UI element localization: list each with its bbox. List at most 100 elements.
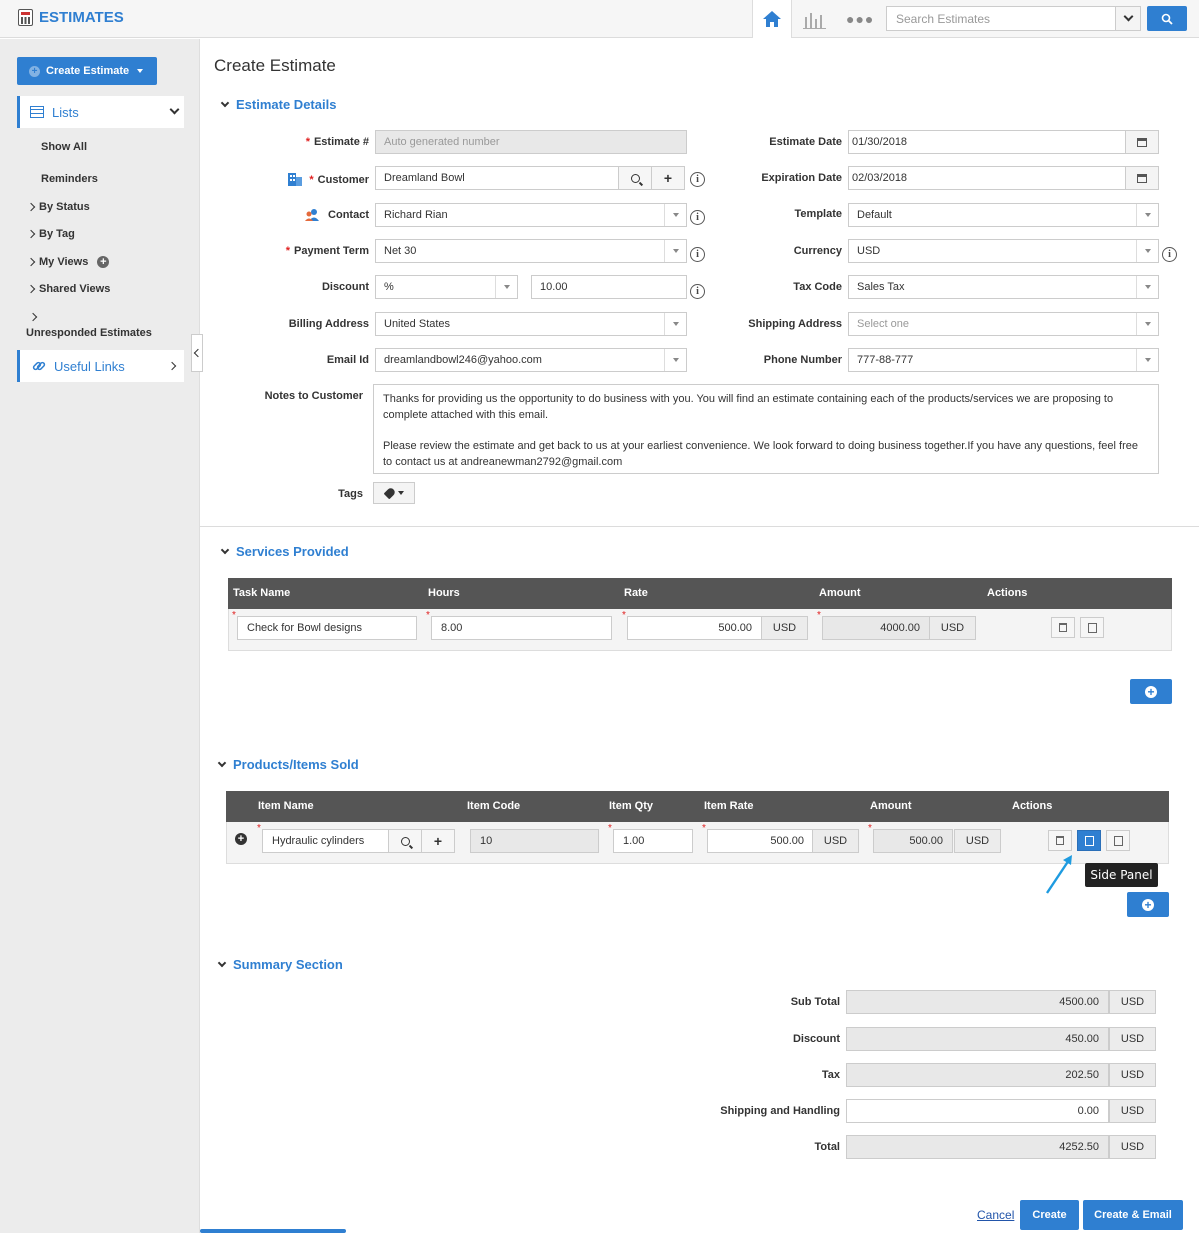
home-button[interactable]	[752, 0, 792, 38]
expiration-date-value: 02/03/2018	[852, 172, 908, 184]
add-view-icon[interactable]: +	[97, 256, 110, 268]
cancel-link[interactable]: Cancel	[977, 1208, 1014, 1222]
row-details-button[interactable]	[1106, 830, 1130, 851]
delete-row-button[interactable]	[1051, 617, 1075, 638]
email-select[interactable]: dreamlandbowl246@yahoo.com	[375, 348, 687, 372]
info-icon[interactable]: i	[690, 172, 705, 187]
payment-term-select[interactable]: Net 30	[375, 239, 687, 263]
add-product-row-button[interactable]: +	[1127, 892, 1169, 917]
create-and-email-button[interactable]: Create & Email	[1083, 1200, 1183, 1230]
contact-icon	[305, 209, 320, 221]
shipping-handling-field[interactable]: 0.00	[846, 1099, 1109, 1123]
add-service-row-button[interactable]: +	[1130, 679, 1172, 704]
tax-code-select[interactable]: Sales Tax	[848, 275, 1159, 299]
shipping-address-select[interactable]: Select one	[848, 312, 1159, 336]
hours-field[interactable]: 8.00	[431, 616, 612, 640]
info-icon[interactable]: i	[1162, 247, 1177, 262]
item-qty-field[interactable]: 1.00	[613, 829, 693, 853]
create-estimate-button[interactable]: + Create Estimate	[17, 57, 157, 85]
sidebar-useful-links[interactable]: Useful Links	[17, 350, 184, 382]
total-value: 4252.50	[846, 1135, 1109, 1159]
plus-icon: +	[29, 65, 40, 77]
estimate-number-field[interactable]: Auto generated number	[375, 130, 687, 154]
column-header: Amount	[870, 800, 912, 812]
sidebar-item-by-tag[interactable]: By Tag	[26, 228, 75, 240]
email-value: dreamlandbowl246@yahoo.com	[384, 354, 542, 366]
estimate-date-field[interactable]: 01/30/2018	[848, 130, 1159, 154]
item-rate-field[interactable]: 500.00	[707, 829, 814, 853]
notes-textarea[interactable]: Thanks for providing us the opportunity …	[373, 384, 1159, 474]
notes-label: Notes to Customer	[264, 390, 363, 402]
row-details-button[interactable]	[1080, 617, 1104, 638]
item-name-field[interactable]: Hydraulic cylinders	[262, 829, 390, 853]
discount-value-field[interactable]: 10.00	[531, 275, 687, 299]
shipping-handling-label: Shipping and Handling	[720, 1105, 840, 1117]
customer-search-button[interactable]	[618, 166, 652, 190]
info-icon[interactable]: i	[690, 210, 705, 225]
sidebar-lists[interactable]: Lists	[17, 96, 184, 128]
task-name-field[interactable]: Check for Bowl designs	[237, 616, 417, 640]
sidebar-item-unresponded[interactable]: Unresponded Estimates	[26, 309, 152, 339]
phone-select[interactable]: 777-88-777	[848, 348, 1159, 372]
side-panel-tooltip: Side Panel	[1085, 863, 1158, 887]
app-title[interactable]: ESTIMATES	[18, 9, 124, 26]
column-header: Amount	[819, 587, 861, 599]
item-add-button[interactable]: +	[421, 829, 455, 853]
expand-row-icon[interactable]: +	[235, 833, 247, 845]
discount-type-select[interactable]: %	[375, 275, 518, 299]
customer-add-button[interactable]: +	[651, 166, 685, 190]
sidebar-item-by-status[interactable]: By Status	[26, 201, 90, 213]
contact-value: Richard Rian	[384, 209, 448, 221]
chart-icon[interactable]	[802, 9, 828, 29]
chevron-down-icon	[220, 98, 230, 108]
search-input[interactable]	[886, 6, 1116, 31]
more-icon[interactable]: ●●●	[846, 11, 874, 27]
create-button[interactable]: Create	[1020, 1200, 1079, 1230]
dropdown-arrow-icon	[1136, 349, 1158, 371]
calendar-button[interactable]	[1125, 167, 1158, 189]
info-icon[interactable]: i	[690, 284, 705, 299]
search-dropdown-button[interactable]	[1115, 6, 1141, 31]
search-button[interactable]	[1147, 6, 1187, 31]
section-products[interactable]: Products/Items Sold	[217, 757, 359, 772]
tax-code-value: Sales Tax	[857, 281, 905, 293]
tag-icon	[383, 486, 396, 500]
calendar-icon	[1137, 137, 1147, 147]
dropdown-arrow-icon	[495, 276, 517, 298]
sidebar-item-my-views[interactable]: My Views +	[26, 256, 110, 268]
sidebar-collapse-button[interactable]	[191, 334, 203, 372]
side-panel-button[interactable]	[1077, 830, 1101, 851]
column-header: Actions	[987, 587, 1028, 599]
customer-field[interactable]: Dreamland Bowl	[375, 166, 619, 190]
rate-field[interactable]: 500.00	[627, 616, 762, 640]
billing-address-select[interactable]: United States	[375, 312, 687, 336]
estimate-number-label: * Estimate #	[305, 136, 369, 148]
shipping-address-placeholder: Select one	[857, 318, 909, 330]
sidebar-item-label: By Tag	[39, 228, 75, 240]
search-icon	[630, 173, 640, 183]
item-search-button[interactable]	[388, 829, 422, 853]
plus-icon: +	[433, 833, 443, 849]
document-icon	[1087, 622, 1097, 633]
template-select[interactable]: Default	[848, 203, 1159, 227]
sidebar-item-show-all[interactable]: Show All	[41, 141, 87, 153]
sidebar: + Create Estimate Lists Show All Reminde…	[0, 39, 200, 1233]
contact-select[interactable]: Richard Rian	[375, 203, 687, 227]
currency-select[interactable]: USD	[848, 239, 1159, 263]
divider	[200, 526, 1199, 527]
section-summary[interactable]: Summary Section	[217, 957, 343, 972]
delete-row-button[interactable]	[1048, 830, 1072, 851]
info-icon[interactable]: i	[690, 247, 705, 262]
section-estimate-details[interactable]: Estimate Details	[220, 97, 336, 112]
item-amount-field: 500.00	[873, 829, 953, 853]
sidebar-item-shared-views[interactable]: Shared Views	[26, 283, 110, 295]
tags-button[interactable]	[373, 482, 415, 504]
section-services[interactable]: Services Provided	[220, 544, 349, 559]
sidebar-item-reminders[interactable]: Reminders	[41, 173, 98, 185]
expiration-date-field[interactable]: 02/03/2018	[848, 166, 1159, 190]
calendar-button[interactable]	[1125, 131, 1158, 153]
plus-icon: +	[1145, 685, 1157, 698]
caret-down-icon	[137, 69, 144, 73]
discount-type-value: %	[384, 281, 394, 293]
item-amount-unit: USD	[954, 829, 1001, 853]
